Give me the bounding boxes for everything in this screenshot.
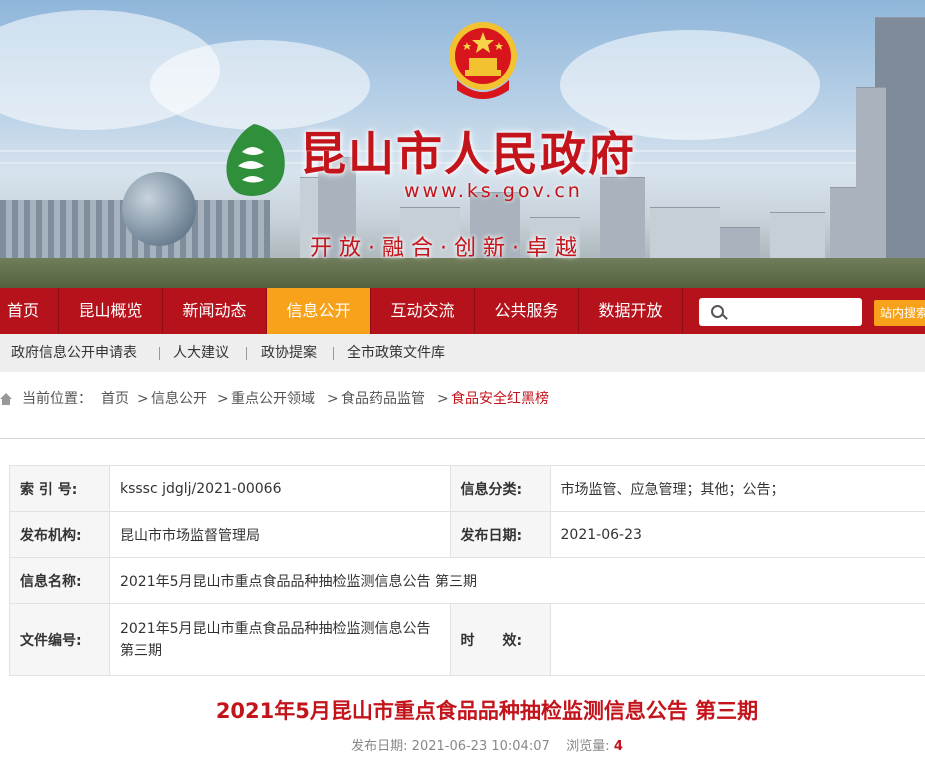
subnav-item-policy-library[interactable]: 全市政策文件库 [347, 334, 445, 372]
breadcrumb-separator: > [137, 391, 149, 407]
table-row: 信息名称: 2021年5月昆山市重点食品品种抽检监测信息公告 第三期 [9, 557, 925, 604]
banner-ground [0, 258, 925, 288]
info-table: 索 引 号: ksssc jdglj/2021-00066 信息分类: 市场监管… [9, 465, 925, 676]
subnav-item-npc-suggestions[interactable]: 人大建议 [173, 334, 229, 372]
banner-dome [122, 172, 196, 246]
site-title: 昆山市人民政府 [300, 127, 636, 181]
validity-value [549, 603, 925, 676]
published-value: 2021-06-23 10:04:07 [411, 739, 550, 754]
published-label: 发布日期: [351, 739, 408, 754]
nav-item-home[interactable]: 首页 [0, 288, 46, 334]
breadcrumb-separator: > [437, 391, 449, 407]
breadcrumb-item-home[interactable]: 首页 [101, 386, 129, 412]
kunshan-logo-icon [226, 124, 285, 196]
site-url: www.ks.gov.cn [404, 180, 583, 202]
nav-item-info-disclosure[interactable]: 信息公开 [267, 288, 370, 334]
views-label: 浏览量: [566, 739, 610, 754]
date-value: 2021-06-23 [549, 511, 925, 558]
search-icon [711, 305, 724, 318]
doc-number-label: 文件编号: [9, 603, 110, 676]
table-row: 文件编号: 2021年5月昆山市重点食品品种抽检监测信息公告第三期 时 效: [9, 603, 925, 676]
sub-nav: 政府信息公开申请表 人大建议 政协提案 全市政策文件库 [0, 334, 925, 372]
date-label: 发布日期: [449, 511, 551, 558]
nav-item-interaction[interactable]: 互动交流 [371, 288, 474, 334]
name-value: 2021年5月昆山市重点食品品种抽检监测信息公告 第三期 [108, 557, 925, 604]
header-banner: 昆山市人民政府 www.ks.gov.cn 开放·融合·创新·卓越 [0, 0, 925, 288]
breadcrumb-separator: > [217, 391, 229, 407]
table-row: 索 引 号: ksssc jdglj/2021-00066 信息分类: 市场监管… [9, 465, 925, 512]
breadcrumb-item-info-disclosure[interactable]: 信息公开 [151, 386, 207, 412]
nav-item-overview[interactable]: 昆山概览 [59, 288, 162, 334]
breadcrumb-separator: > [327, 391, 339, 407]
index-value: ksssc jdglj/2021-00066 [108, 465, 451, 512]
validity-label: 时 效: [449, 603, 551, 676]
breadcrumb-item-food-drug[interactable]: 食品药品监管 [341, 386, 425, 412]
article-meta: 发布日期: 2021-06-23 10:04:07 浏览量: 4 [0, 735, 925, 754]
category-label: 信息分类: [449, 465, 551, 512]
breadcrumb-prefix: 当前位置： [22, 391, 92, 407]
subnav-item-application-form[interactable]: 政府信息公开申请表 [11, 334, 137, 372]
breadcrumb-item-key-areas[interactable]: 重点公开领域 [231, 386, 315, 412]
publisher-value: 昆山市市场监督管理局 [108, 511, 451, 558]
breadcrumb: 当前位置： 首页 > 信息公开 > 重点公开领域 > 食品药品监管 > 食品安全… [0, 386, 925, 412]
national-emblem-icon [449, 22, 517, 99]
search-button[interactable]: 站内搜索 [874, 300, 925, 326]
index-label: 索 引 号: [9, 465, 110, 512]
site-slogan: 开放·融合·创新·卓越 [310, 236, 584, 261]
publisher-label: 发布机构: [9, 511, 110, 558]
banner-cloud [150, 40, 370, 130]
article-title: 2021年5月昆山市重点食品品种抽检监测信息公告 第三期 [215, 699, 759, 723]
name-label: 信息名称: [9, 557, 110, 604]
home-icon [0, 393, 12, 405]
search-input[interactable] [699, 298, 862, 326]
views-count: 4 [613, 739, 623, 754]
divider [0, 438, 925, 439]
nav-item-public-service[interactable]: 公共服务 [475, 288, 578, 334]
category-value: 市场监管、应急管理；其他；公告； [549, 465, 925, 512]
nav-item-news[interactable]: 新闻动态 [163, 288, 266, 334]
table-row: 发布机构: 昆山市市场监督管理局 发布日期: 2021-06-23 [9, 511, 925, 558]
breadcrumb-item-current[interactable]: 食品安全红黑榜 [451, 386, 549, 412]
nav-item-open-data[interactable]: 数据开放 [579, 288, 682, 334]
subnav-item-cppcc-proposals[interactable]: 政协提案 [261, 334, 317, 372]
doc-number-value: 2021年5月昆山市重点食品品种抽检监测信息公告第三期 [108, 603, 451, 676]
